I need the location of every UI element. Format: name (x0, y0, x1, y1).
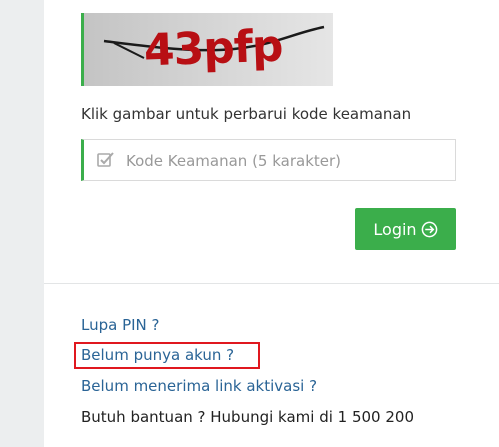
security-code-input[interactable] (124, 140, 453, 182)
help-text: Butuh bantuan ? Hubungi kami di 1 500 20… (81, 408, 415, 426)
forgot-pin-link[interactable]: Lupa PIN ? (81, 316, 160, 334)
captcha-hint: Klik gambar untuk perbarui kode keamanan (81, 105, 412, 123)
section-divider (44, 283, 499, 284)
highlight-box (74, 342, 260, 369)
login-button[interactable]: Login (355, 208, 456, 250)
captcha-image[interactable]: 43pfp (81, 13, 333, 86)
circle-arrow-right-icon (421, 221, 437, 237)
login-button-label: Login (373, 219, 417, 239)
captcha-text: 43pfp (143, 20, 284, 77)
checkbox-edit-icon (97, 152, 114, 167)
resend-activation-link[interactable]: Belum menerima link aktivasi ? (81, 377, 317, 395)
security-code-field[interactable] (81, 139, 456, 182)
